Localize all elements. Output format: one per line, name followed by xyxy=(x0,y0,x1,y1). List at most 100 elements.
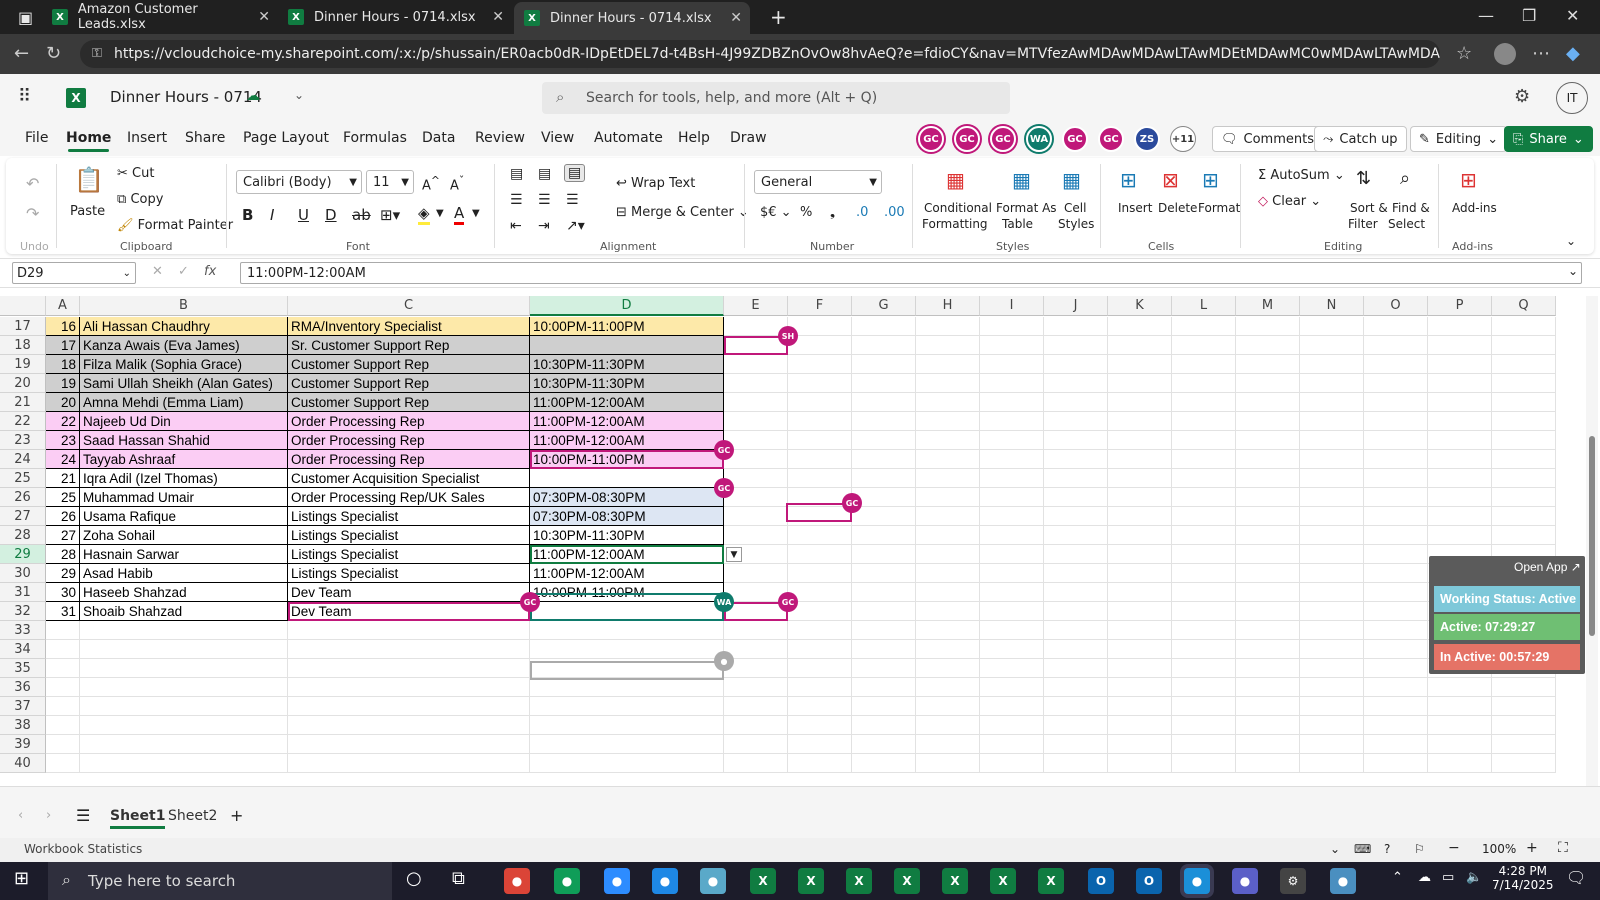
cell-empty[interactable] xyxy=(1428,507,1492,526)
cell-empty[interactable] xyxy=(530,697,724,716)
cell-empty[interactable] xyxy=(1236,564,1300,583)
cell-empty[interactable] xyxy=(1236,659,1300,678)
autosum-button[interactable]: Σ AutoSum ⌄ xyxy=(1258,168,1345,183)
cell-empty[interactable] xyxy=(916,545,980,564)
name-box[interactable]: D29 ⌄ xyxy=(12,262,136,284)
cell-empty[interactable] xyxy=(46,697,80,716)
open-app-link[interactable]: Open App ↗ xyxy=(1514,560,1581,574)
cell-empty[interactable] xyxy=(788,412,852,431)
cell-empty[interactable] xyxy=(1044,469,1108,488)
cell-empty[interactable] xyxy=(1428,526,1492,545)
cell-c[interactable]: Customer Support Rep xyxy=(288,355,530,374)
cell-empty[interactable] xyxy=(1300,488,1364,507)
settings-icon[interactable]: ⚙ xyxy=(1280,868,1306,894)
redo-icon[interactable]: ↷ xyxy=(26,204,39,223)
cell-empty[interactable] xyxy=(1364,602,1428,621)
cell-empty[interactable] xyxy=(1236,507,1300,526)
cell-empty[interactable] xyxy=(1364,659,1428,678)
cell-empty[interactable] xyxy=(1300,754,1364,773)
cell-empty[interactable] xyxy=(1428,735,1492,754)
cell-empty[interactable] xyxy=(980,545,1044,564)
format-cells-icon[interactable]: ⊞ xyxy=(1202,168,1219,192)
cell-empty[interactable] xyxy=(788,374,852,393)
cell-empty[interactable] xyxy=(1172,621,1236,640)
cell-empty[interactable] xyxy=(1300,412,1364,431)
column-header-k[interactable]: K xyxy=(1108,296,1172,316)
cell-styles-label-2[interactable]: Styles xyxy=(1058,217,1094,231)
column-header-h[interactable]: H xyxy=(916,296,980,316)
maximize-icon[interactable]: ❐ xyxy=(1522,6,1536,25)
cell-c[interactable]: Listings Specialist xyxy=(288,507,530,526)
cell-empty[interactable] xyxy=(724,526,788,545)
cell-c[interactable]: Customer Support Rep xyxy=(288,374,530,393)
wrap-text-button[interactable]: ↩ Wrap Text xyxy=(616,176,695,191)
cell-empty[interactable] xyxy=(724,678,788,697)
cell-empty[interactable] xyxy=(980,564,1044,583)
cell-empty[interactable] xyxy=(724,488,788,507)
cell-d[interactable]: 10:00PM-11:00PM xyxy=(530,317,724,336)
tab-help[interactable]: Help xyxy=(678,130,710,146)
browser-tab-1[interactable]: X Amazon Customer Leads.xlsx ✕ xyxy=(42,0,278,34)
cell-empty[interactable] xyxy=(1300,431,1364,450)
tab-automate[interactable]: Automate xyxy=(594,130,663,146)
cell-empty[interactable] xyxy=(1300,393,1364,412)
cell-empty[interactable] xyxy=(1428,317,1492,336)
cell-empty[interactable] xyxy=(1236,526,1300,545)
cell-empty[interactable] xyxy=(1300,583,1364,602)
excel-icon[interactable]: X xyxy=(1038,868,1064,894)
cell-empty[interactable] xyxy=(852,545,916,564)
profile-icon[interactable] xyxy=(1494,43,1516,65)
cell-empty[interactable] xyxy=(1364,488,1428,507)
cell-empty[interactable] xyxy=(916,374,980,393)
back-icon[interactable]: ← xyxy=(14,43,29,64)
cell-empty[interactable] xyxy=(1236,488,1300,507)
cell-a[interactable]: 22 xyxy=(46,412,80,431)
cell-empty[interactable] xyxy=(1492,336,1556,355)
cell-empty[interactable] xyxy=(788,678,852,697)
collaborator-badge[interactable]: GC xyxy=(842,493,862,513)
cell-empty[interactable] xyxy=(980,412,1044,431)
close-icon[interactable]: ✕ xyxy=(258,9,270,25)
cell-d[interactable]: 07:30PM-08:30PM xyxy=(530,488,724,507)
cell-a[interactable]: 18 xyxy=(46,355,80,374)
cell-empty[interactable] xyxy=(724,412,788,431)
cell-empty[interactable] xyxy=(1172,507,1236,526)
sheet-tab-sheet1[interactable]: Sheet1 xyxy=(110,808,166,829)
column-header-p[interactable]: P xyxy=(1428,296,1492,316)
cell-empty[interactable] xyxy=(1108,374,1172,393)
cell-empty[interactable] xyxy=(80,716,288,735)
cell-empty[interactable] xyxy=(1108,431,1172,450)
cell-b[interactable]: Haseeb Shahzad xyxy=(80,583,288,602)
cell-empty[interactable] xyxy=(916,431,980,450)
cell-empty[interactable] xyxy=(1300,621,1364,640)
cell-a[interactable]: 29 xyxy=(46,564,80,583)
cell-empty[interactable] xyxy=(724,507,788,526)
cell-empty[interactable] xyxy=(1364,374,1428,393)
cell-empty[interactable] xyxy=(1364,716,1428,735)
cell-empty[interactable] xyxy=(1492,412,1556,431)
browser-tab-3[interactable]: X Dinner Hours - 0714.xlsx ✕ xyxy=(514,2,750,34)
add-sheet-icon[interactable]: + xyxy=(230,806,243,825)
chevron-down-icon[interactable]: ▼ xyxy=(472,208,480,219)
cell-empty[interactable] xyxy=(916,640,980,659)
active-cell[interactable]: 11:00PM-12:00AM xyxy=(530,545,724,564)
cell-empty[interactable] xyxy=(1172,697,1236,716)
tab-review[interactable]: Review xyxy=(475,130,525,146)
collaborator-avatar[interactable]: GC xyxy=(918,126,944,152)
site-info-icon[interactable]: ⚿ xyxy=(92,46,102,61)
sort-filter-label-2[interactable]: Filter xyxy=(1348,217,1378,231)
cell-d[interactable]: 11:00PM-12:00AM xyxy=(530,431,724,450)
cell-empty[interactable] xyxy=(1108,355,1172,374)
cell-empty[interactable] xyxy=(1044,374,1108,393)
align-left-icon[interactable]: ☰ xyxy=(510,192,523,208)
cell-empty[interactable] xyxy=(1108,678,1172,697)
cell-empty[interactable] xyxy=(1428,678,1492,697)
decrease-decimal-icon[interactable]: .00 xyxy=(884,205,905,220)
notifications-icon[interactable]: 🗨 xyxy=(1566,868,1586,887)
cell-empty[interactable] xyxy=(1236,355,1300,374)
cell-empty[interactable] xyxy=(1492,507,1556,526)
cell-empty[interactable] xyxy=(1172,583,1236,602)
cell-empty[interactable] xyxy=(1172,735,1236,754)
cell-empty[interactable] xyxy=(1300,697,1364,716)
cell-empty[interactable] xyxy=(1300,526,1364,545)
